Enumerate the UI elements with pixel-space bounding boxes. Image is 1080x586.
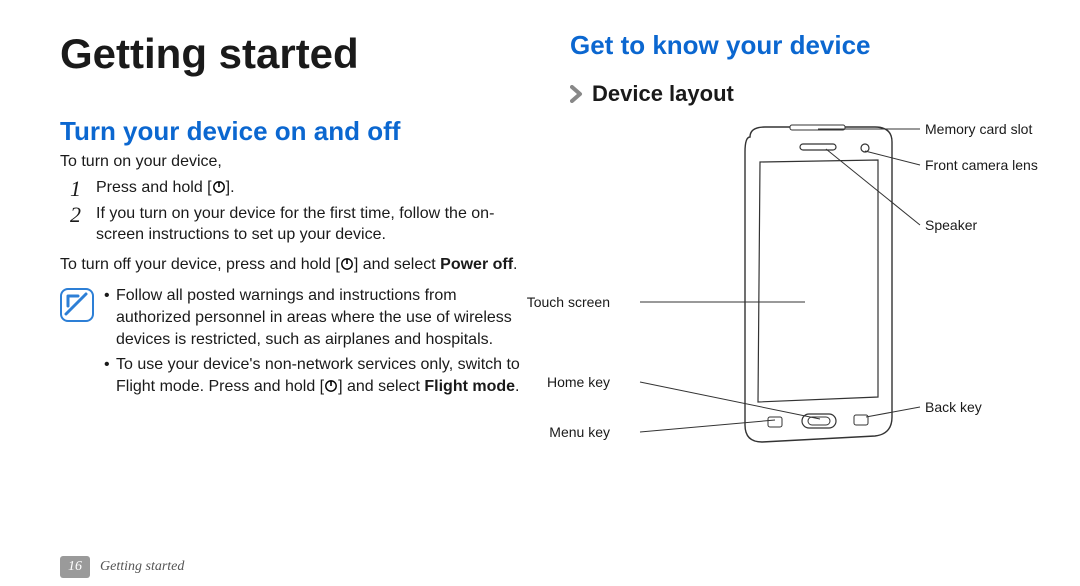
power-icon [324,379,338,393]
device-diagram: Memory card slot Front camera lens Speak… [570,117,1040,477]
note-1: Follow all posted warnings and instructi… [104,285,530,350]
note-2-b: ] and select [338,378,424,395]
footer-section: Getting started [100,559,184,575]
callout-front-camera: Front camera lens [925,157,1038,173]
step-1: Press and hold []. [70,177,530,199]
turn-off-para: To turn off your device, press and hold … [60,254,530,276]
section-turn-on-off: Turn your device on and off [60,116,530,147]
note-2-c: . [515,378,519,395]
callout-back-key: Back key [925,399,982,415]
chevron-icon [570,85,584,103]
turn-off-b: ] and select [354,256,440,273]
note-list: Follow all posted warnings and instructi… [104,285,530,401]
callout-touch-screen: Touch screen [527,294,610,310]
power-icon [340,257,354,271]
sub-title-text: Device layout [592,81,734,107]
step-2: If you turn on your device for the first… [70,203,530,246]
callout-menu-key: Menu key [549,424,610,440]
left-column: Getting started Turn your device on and … [60,30,530,477]
turn-off-a: To turn off your device, press and hold … [60,256,340,273]
power-icon [212,180,226,194]
step-1-text: Press and hold [ [96,179,212,196]
page-number: 16 [60,556,90,578]
page-title: Getting started [60,30,530,78]
device-illustration [720,122,910,452]
callout-memory-card-slot: Memory card slot [925,121,1032,137]
right-column: Get to know your device Device layout [570,30,1040,477]
note-2: To use your device's non-network service… [104,354,530,397]
step-1-tail: ]. [226,179,235,196]
note-box: Follow all posted warnings and instructi… [60,285,530,401]
turn-off-bold: Power off [440,256,513,273]
callout-home-key: Home key [547,374,610,390]
page-footer: 16 Getting started [60,556,184,578]
device-layout-heading: Device layout [570,81,1040,107]
callout-speaker: Speaker [925,217,977,233]
steps-list: Press and hold []. If you turn on your d… [60,177,530,246]
turn-off-c: . [513,256,517,273]
note-2-bold: Flight mode [424,378,515,395]
note-icon [60,288,94,322]
intro-text: To turn on your device, [60,153,530,171]
section-know-device: Get to know your device [570,30,1040,61]
